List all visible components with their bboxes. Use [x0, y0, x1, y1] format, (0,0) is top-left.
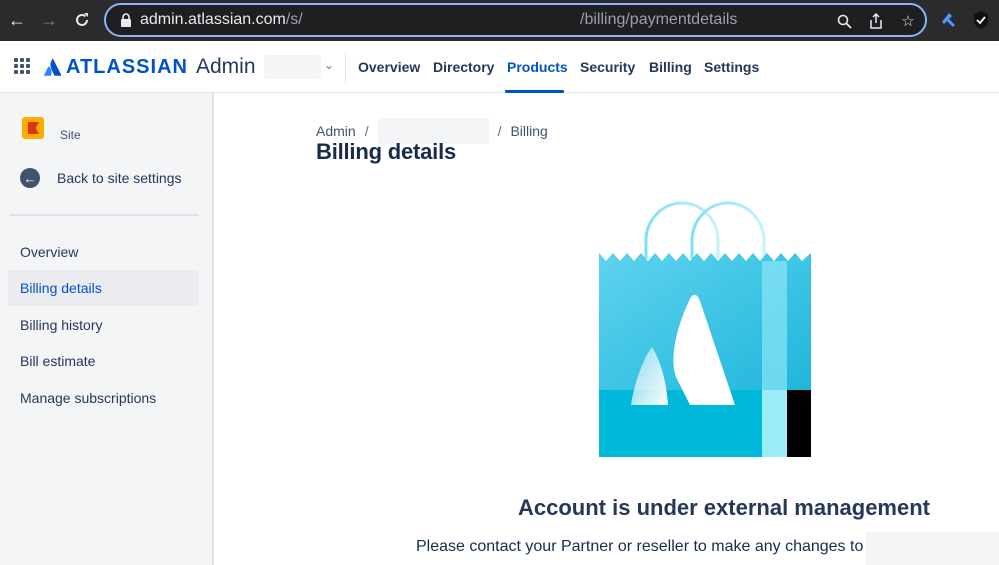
- sidebar-item-billing-details[interactable]: Billing details: [8, 270, 199, 306]
- sidebar-item-overview[interactable]: Overview: [8, 234, 199, 270]
- chevron-down-icon: ⌄: [324, 58, 335, 72]
- nav-divider: [345, 53, 346, 83]
- atlassian-logo-icon: [44, 58, 62, 76]
- breadcrumb-admin[interactable]: Admin: [316, 123, 356, 139]
- site-label: Site: [60, 128, 81, 142]
- nav-security[interactable]: Security: [580, 59, 635, 75]
- nav-directory[interactable]: Directory: [433, 59, 494, 75]
- organization-name-redacted: [264, 55, 321, 79]
- url-text: admin.atlassian.com/s/: [140, 11, 303, 28]
- arrow-left-circle-icon: ←: [20, 168, 40, 188]
- sidebar-item-bill-estimate[interactable]: Bill estimate: [8, 343, 199, 379]
- url-path-tail: /billing/paymentdetails: [580, 11, 738, 28]
- nav-billing[interactable]: Billing: [649, 59, 692, 75]
- sidebar: Site ← Back to site settings Overview Bi…: [0, 93, 214, 565]
- sidebar-item-billing-history[interactable]: Billing history: [8, 307, 199, 343]
- extension-icon[interactable]: [938, 9, 960, 31]
- site-flag-icon: [22, 117, 44, 139]
- sidebar-item-manage-subscriptions[interactable]: Manage subscriptions: [8, 380, 199, 416]
- lock-icon: [121, 13, 131, 27]
- external-management-heading: Account is under external management: [518, 495, 930, 520]
- breadcrumb-billing[interactable]: Billing: [510, 123, 547, 139]
- breadcrumb-separator: /: [497, 123, 502, 139]
- product-name: Admin: [195, 55, 256, 78]
- top-navigation: ATLASSIAN Admin ⌄ Overview Directory Pro…: [0, 41, 999, 93]
- brand-wordmark: ATLASSIAN: [66, 55, 188, 78]
- app-switcher-icon[interactable]: [14, 58, 30, 74]
- address-bar[interactable]: admin.atlassian.com/s/ /billing/paymentd…: [104, 3, 927, 37]
- zoom-icon[interactable]: [834, 11, 854, 31]
- reload-icon[interactable]: [71, 9, 93, 31]
- back-link-label: Back to site settings: [57, 170, 182, 186]
- organization-select[interactable]: ⌄: [264, 55, 338, 79]
- star-icon[interactable]: ☆: [898, 11, 918, 31]
- nav-settings[interactable]: Settings: [704, 59, 759, 75]
- back-to-site-settings-link[interactable]: ← Back to site settings: [20, 168, 182, 188]
- shield-icon[interactable]: [970, 9, 992, 31]
- nav-products[interactable]: Products: [507, 59, 568, 75]
- shopping-bag-illustration: [599, 201, 811, 457]
- breadcrumb-separator: /: [364, 123, 369, 139]
- atlassian-logo[interactable]: ATLASSIAN Admin: [44, 55, 256, 79]
- forward-arrow-icon[interactable]: →: [38, 9, 60, 31]
- sidebar-divider: [10, 214, 199, 216]
- browser-toolbar: ← → admin.atlassian.com/s/ /billing/paym…: [0, 0, 999, 41]
- share-icon[interactable]: [866, 11, 886, 31]
- page-title: Billing details: [316, 139, 457, 164]
- nav-overview[interactable]: Overview: [358, 59, 420, 75]
- external-management-message: Please contact your Partner or reseller …: [416, 538, 899, 555]
- back-arrow-icon[interactable]: ←: [6, 9, 28, 31]
- active-nav-indicator: [505, 90, 564, 93]
- message-redacted-area: [866, 532, 999, 565]
